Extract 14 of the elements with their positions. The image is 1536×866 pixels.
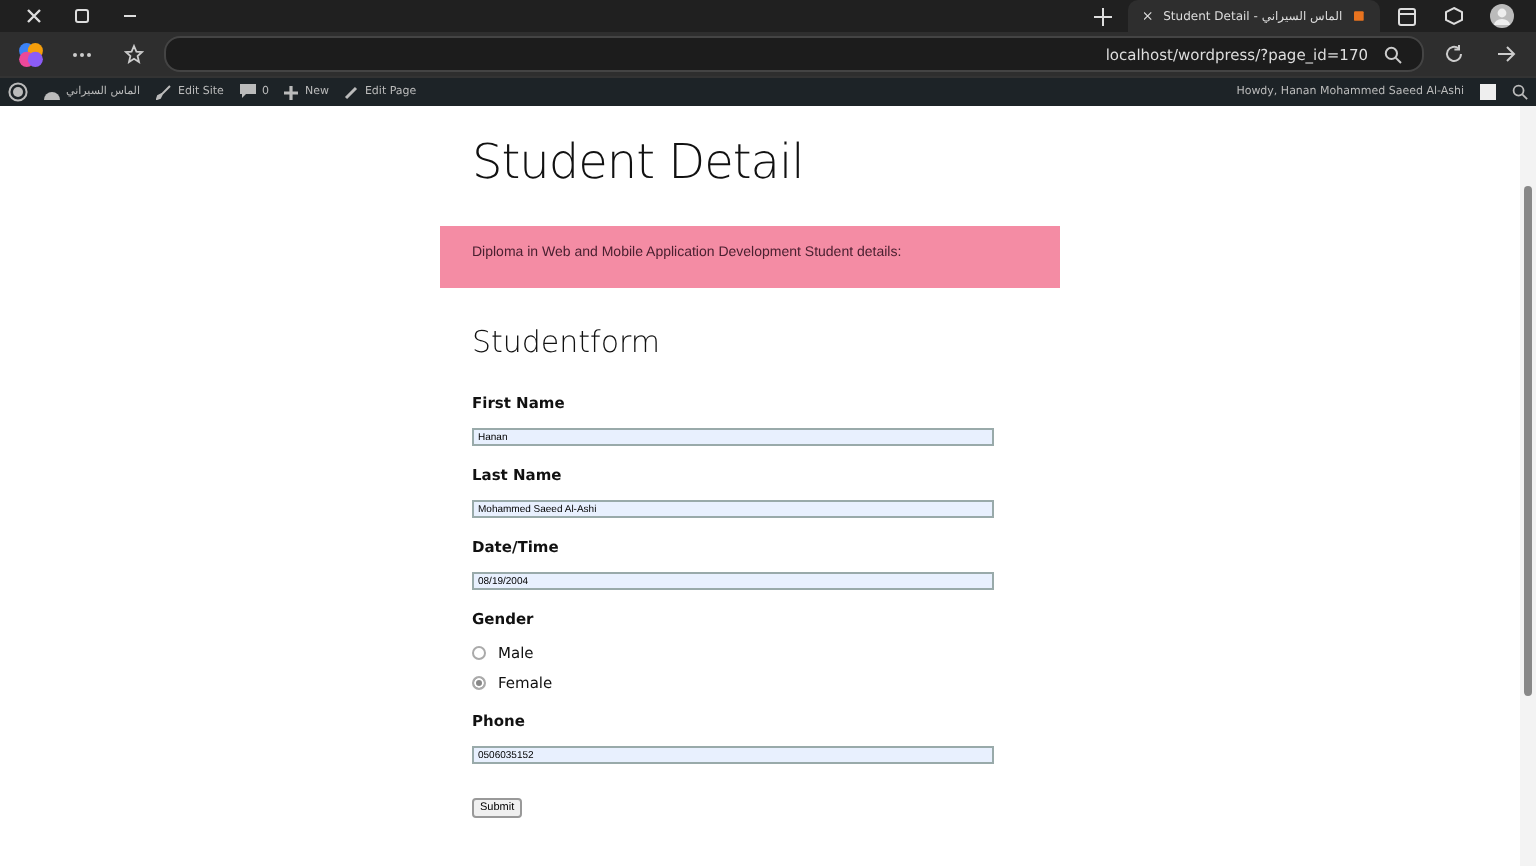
comment-icon: [239, 84, 256, 100]
form-title: Studentform: [472, 324, 663, 360]
wordpress-logo-icon[interactable]: [8, 82, 28, 102]
page-title: Student Detail: [472, 134, 806, 190]
brush-icon: [155, 84, 172, 100]
search-icon[interactable]: [1512, 84, 1528, 100]
scrollbar[interactable]: [1520, 106, 1536, 866]
pencil-icon: [344, 85, 359, 99]
rss-icon: [1354, 8, 1364, 24]
radio-button[interactable]: [472, 676, 486, 690]
close-icon[interactable]: [1144, 10, 1152, 22]
search-icon[interactable]: [1384, 45, 1402, 63]
radio-button[interactable]: [472, 646, 486, 660]
plus-icon: [284, 85, 299, 99]
